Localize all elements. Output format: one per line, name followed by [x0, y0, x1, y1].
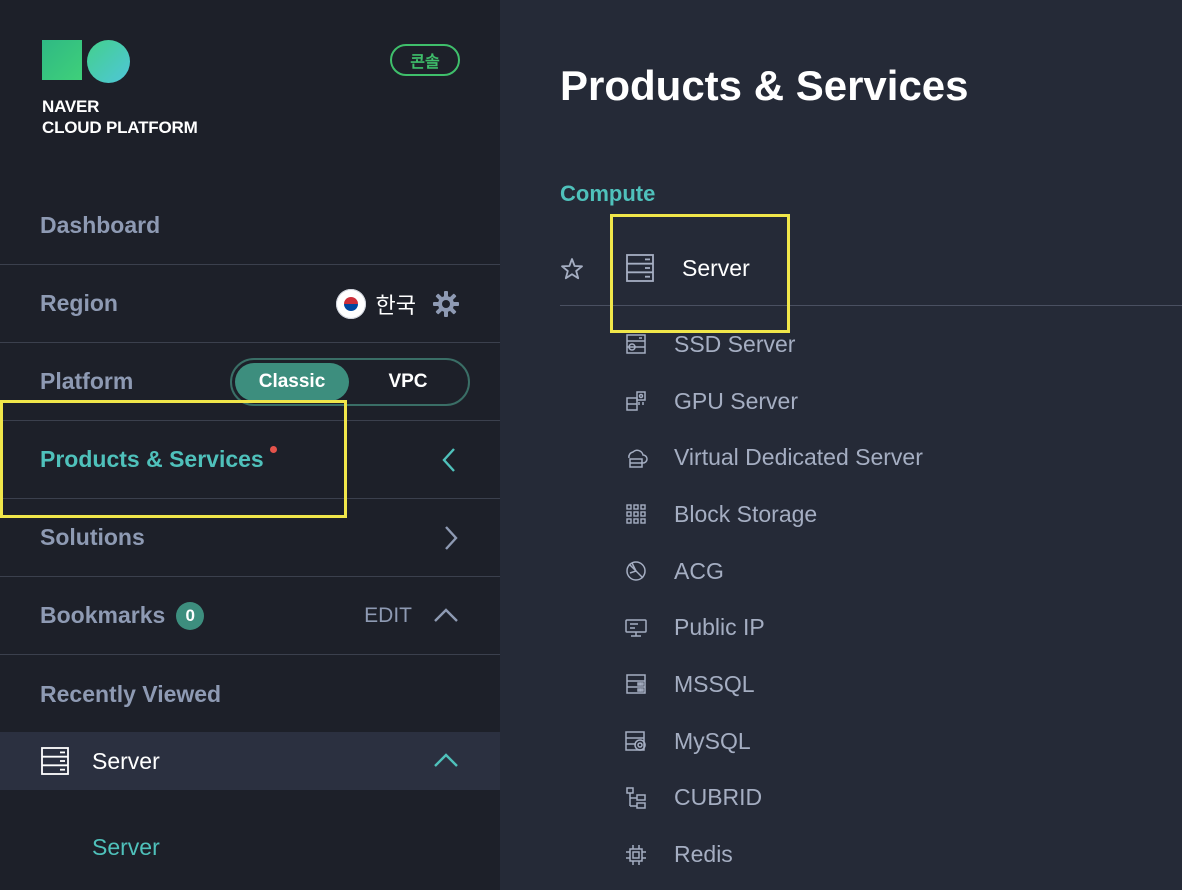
korea-flag-icon: [335, 288, 366, 319]
sidebar: NAVER CLOUD PLATFORM 콘솔 Dashboard Region…: [0, 0, 500, 890]
monitor-icon: [624, 616, 648, 640]
nav-recently-viewed: Recently Viewed: [0, 655, 500, 733]
grid-icon: [624, 502, 648, 526]
nav-region: Region 한국: [0, 265, 500, 343]
sub-item-public-ip[interactable]: Public IP: [624, 599, 923, 656]
sub-item-label: Block Storage: [674, 500, 818, 527]
gear-icon[interactable]: [432, 290, 460, 318]
chip-icon: [624, 843, 648, 867]
section-title-compute: Compute: [560, 181, 656, 206]
sub-item-acg[interactable]: ACG: [624, 543, 923, 600]
sub-item-gpu-server[interactable]: GPU Server: [624, 373, 923, 430]
page-title: Products & Services: [560, 62, 969, 109]
recent-item-server[interactable]: Server: [0, 732, 500, 790]
region-selector[interactable]: 한국: [335, 288, 460, 320]
logo-text: NAVER CLOUD PLATFORM: [42, 96, 198, 138]
logo-mark: [42, 40, 130, 83]
platform-toggle[interactable]: Classic VPC: [230, 357, 470, 406]
gpu-server-icon: [624, 389, 648, 413]
recent-item-label: Server: [92, 747, 160, 774]
sub-item-redis[interactable]: Redis: [624, 826, 923, 883]
collapse-chevron[interactable]: [440, 446, 460, 474]
chevron-left-icon: [440, 446, 460, 474]
sub-item-cubrid[interactable]: CUBRID: [624, 770, 923, 827]
region-value: 한국: [375, 293, 416, 319]
bookmarks-edit-button[interactable]: EDIT: [364, 604, 412, 628]
nav-bookmarks-label: Bookmarks: [40, 602, 166, 628]
main-panel: Products & Services Compute Server SSD S…: [500, 0, 1182, 890]
sub-item-mssql[interactable]: MSSQL: [624, 656, 923, 713]
star-icon[interactable]: [560, 257, 584, 281]
sub-item-ssd-server[interactable]: SSD Server: [624, 316, 923, 373]
nav-bookmarks[interactable]: Bookmarks 0 EDIT: [0, 577, 500, 655]
nav-dashboard[interactable]: Dashboard: [0, 187, 500, 265]
highlight-box-products: [0, 400, 347, 518]
logo-line2: CLOUD PLATFORM: [42, 118, 198, 137]
database-disk-icon: [624, 729, 648, 753]
database-icon: [624, 672, 648, 696]
platform-option-classic[interactable]: Classic: [235, 362, 349, 401]
server-icon: [40, 746, 70, 776]
sub-item-block-storage[interactable]: Block Storage: [624, 486, 923, 543]
chevron-up-icon: [432, 751, 460, 771]
sub-item-label: Public IP: [674, 614, 765, 641]
logo-line1: NAVER: [42, 97, 100, 116]
chevron-right-icon: [440, 524, 460, 552]
nav-platform-label: Platform: [40, 368, 134, 394]
sub-item-virtual-dedicated-server[interactable]: Virtual Dedicated Server: [624, 429, 923, 486]
logo-circle: [87, 40, 130, 83]
naver-cloud-logo[interactable]: NAVER CLOUD PLATFORM: [42, 40, 198, 138]
tree-icon: [624, 786, 648, 810]
nav-dashboard-label: Dashboard: [40, 212, 161, 238]
bookmarks-count-badge: 0: [176, 601, 205, 630]
bookmarks-controls: EDIT: [364, 604, 460, 628]
recent-sub-item-server[interactable]: Server: [92, 834, 160, 861]
sub-item-label: MySQL: [674, 727, 751, 754]
sub-item-label: MSSQL: [674, 670, 755, 697]
nav-solutions-label: Solutions: [40, 524, 145, 550]
nav-recently-viewed-label: Recently Viewed: [40, 680, 222, 707]
platform-option-vpc[interactable]: VPC: [351, 363, 465, 401]
shield-icon: [624, 559, 648, 583]
sub-item-label: CUBRID: [674, 784, 763, 811]
ssd-server-icon: [624, 332, 648, 356]
chevron-up-icon[interactable]: [432, 606, 460, 626]
sub-item-label: GPU Server: [674, 387, 798, 414]
sub-item-label: SSD Server: [674, 330, 796, 357]
logo-square: [42, 40, 82, 80]
sub-item-label: ACG: [674, 557, 724, 584]
server-sub-list: SSD Server GPU Server Virtual Dedicated …: [624, 316, 923, 883]
recent-item-chevron[interactable]: [432, 751, 460, 771]
sub-item-label: Redis: [674, 841, 733, 868]
nav-region-label: Region: [40, 290, 118, 316]
sub-item-label: Virtual Dedicated Server: [674, 444, 923, 471]
sub-item-mysql[interactable]: MySQL: [624, 713, 923, 770]
cloud-server-icon: [624, 446, 648, 470]
solutions-chevron[interactable]: [440, 524, 460, 552]
console-badge[interactable]: 콘솔: [390, 44, 460, 76]
